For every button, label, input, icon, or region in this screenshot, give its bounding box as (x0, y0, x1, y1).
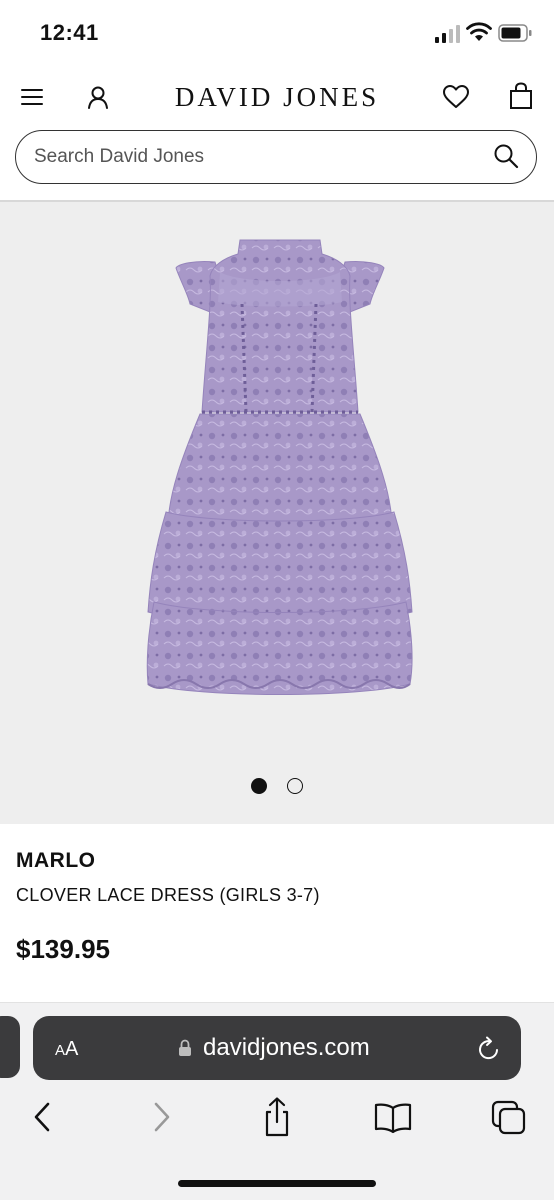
tabs-icon[interactable] (490, 1096, 530, 1138)
product-name: CLOVER LACE DRESS (GIRLS 3-7) (16, 885, 320, 905)
wifi-icon (466, 22, 492, 41)
forward-icon[interactable] (142, 1096, 182, 1138)
back-icon[interactable] (22, 1096, 62, 1138)
brand-logo[interactable]: DAVID JONES (0, 82, 554, 113)
product-image[interactable] (140, 232, 420, 702)
search-bar[interactable] (15, 130, 537, 184)
shopping-bag-icon[interactable] (508, 82, 534, 110)
share-icon[interactable] (257, 1096, 297, 1138)
carousel-dot-active[interactable] (251, 778, 267, 794)
lock-icon (179, 1039, 191, 1056)
heart-icon[interactable] (442, 84, 470, 110)
search-icon[interactable] (492, 142, 520, 170)
text-size-button[interactable]: AA (55, 1038, 78, 1061)
status-time: 12:41 (40, 20, 99, 45)
previous-tab-peek[interactable] (0, 1016, 20, 1078)
url-text[interactable]: davidjones.com (203, 1034, 370, 1062)
reload-icon[interactable] (476, 1035, 502, 1063)
bookmarks-icon[interactable] (373, 1096, 413, 1138)
product-image-gallery[interactable] (0, 202, 554, 824)
battery-icon (498, 24, 532, 42)
cellular-signal-icon (435, 25, 460, 43)
search-input[interactable] (34, 131, 474, 182)
product-price: $139.95 (16, 934, 110, 964)
product-brand[interactable]: MARLO (16, 849, 96, 873)
status-bar: 12:41 (0, 0, 554, 64)
carousel-dot[interactable] (287, 778, 303, 794)
home-indicator[interactable] (178, 1180, 376, 1187)
